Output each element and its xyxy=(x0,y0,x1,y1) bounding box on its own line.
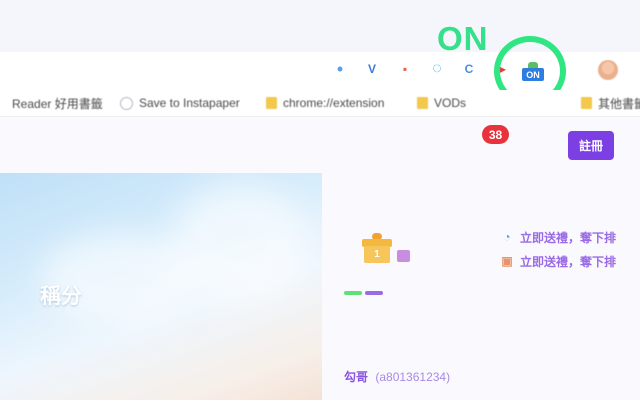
extension-c-icon[interactable]: C xyxy=(462,62,476,76)
level-bar-purple xyxy=(365,291,383,295)
bookmark-instapaper-label: Save to Instapaper xyxy=(139,96,240,110)
send-gift-label-2: 立即送禮，奪下排 xyxy=(520,254,617,269)
send-gift-label-1: 立即送禮，奪下排 xyxy=(520,230,617,245)
send-gift-action-2[interactable]: ▣ 立即送禮，奪下排 xyxy=(500,252,616,270)
folder-icon xyxy=(581,97,592,109)
register-button[interactable]: 註冊 xyxy=(568,131,614,160)
small-gift-icon xyxy=(397,250,410,262)
banner-title: 稱分 xyxy=(40,285,82,308)
user-entry[interactable]: 勾哥 (a801361234) xyxy=(344,368,450,385)
bookmark-reader-label: Reader 好用書籤 xyxy=(12,96,103,111)
folder-icon xyxy=(417,97,428,109)
gift-icon: ▣ xyxy=(501,254,513,268)
clock-icon: ◔ xyxy=(503,230,511,244)
profile-avatar[interactable] xyxy=(598,60,618,80)
gift-count: 1 xyxy=(364,246,390,263)
user-nickname: 勾哥 xyxy=(344,370,369,384)
folder-icon xyxy=(266,97,277,109)
globe-icon xyxy=(120,96,133,110)
bookmark-other[interactable]: 其他書籤 xyxy=(581,95,640,111)
level-bars xyxy=(344,291,383,295)
send-gift-action-1[interactable]: ◔ 立即送禮，奪下排 xyxy=(500,228,616,246)
bookmark-other-label: 其他書籤 xyxy=(598,96,640,111)
extension-flag-icon[interactable]: ▪ xyxy=(398,62,412,76)
notification-count-badge[interactable]: 38 xyxy=(482,125,509,144)
bookmarks-bar: Reader 好用書籤 Save to Instapaper chrome://… xyxy=(0,90,640,117)
bookmark-chrome-extension-label: chrome://extension xyxy=(283,96,385,110)
gift-box-icon[interactable]: 1 xyxy=(362,233,392,263)
bookmark-vods-label: VODs xyxy=(434,96,467,110)
bookmark-reader[interactable]: Reader 好用書籤 xyxy=(12,95,103,111)
user-handle: (a801361234) xyxy=(375,370,451,384)
level-bar-green xyxy=(344,291,362,295)
bookmark-instapaper[interactable]: Save to Instapaper xyxy=(120,95,240,111)
bookmark-vods[interactable]: VODs xyxy=(417,95,466,111)
hero-banner: 稱分 xyxy=(0,173,322,400)
extension-dots-icon[interactable]: • xyxy=(333,59,347,79)
on-annotation-label: ON xyxy=(437,20,489,57)
bookmark-chrome-extension[interactable]: chrome://extension xyxy=(266,95,384,111)
on-extension-label: ON xyxy=(522,68,544,81)
extension-ring-icon[interactable]: ◌ xyxy=(430,60,444,77)
banner-cloud xyxy=(170,183,310,303)
extension-v-logo-icon[interactable]: V xyxy=(365,62,379,76)
on-extension-icon[interactable]: ON xyxy=(522,62,544,84)
